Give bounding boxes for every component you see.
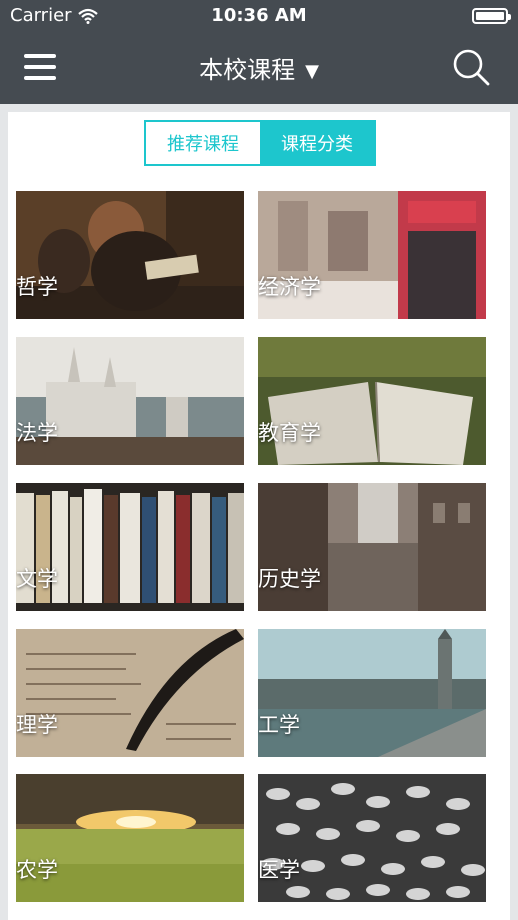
status-time: 10:36 AM: [211, 5, 307, 26]
course-category-panel: 推荐课程 课程分类 哲学 经济学 法学 教育学 文学 历史学 理学 工学 农学 …: [8, 112, 510, 920]
category-label: 经济学: [258, 275, 321, 299]
category-tile-engineering[interactable]: 工学: [258, 629, 486, 757]
category-tile-medicine[interactable]: 医学: [258, 774, 486, 902]
category-label: 历史学: [258, 567, 321, 591]
tab-categories[interactable]: 课程分类: [260, 122, 374, 164]
category-label: 法学: [16, 421, 58, 445]
category-tile-agriculture[interactable]: 农学: [16, 774, 244, 902]
category-tile-science[interactable]: 理学: [16, 629, 244, 757]
app-header: Carrier 10:36 AM 本校课程 ▼: [0, 0, 518, 104]
category-tile-education[interactable]: 教育学: [258, 337, 486, 465]
category-tile-philosophy[interactable]: 哲学: [16, 191, 244, 319]
search-icon: [453, 49, 490, 86]
category-tile-history[interactable]: 历史学: [258, 483, 486, 611]
category-label: 文学: [16, 567, 58, 591]
dropdown-triangle-icon: ▼: [305, 60, 319, 82]
category-tile-economics[interactable]: 经济学: [258, 191, 486, 319]
category-label: 教育学: [258, 421, 321, 445]
search-button[interactable]: [452, 48, 492, 88]
tab-recommended[interactable]: 推荐课程: [146, 122, 260, 164]
category-tile-law[interactable]: 法学: [16, 337, 244, 465]
nav-bar: 本校课程 ▼: [0, 32, 518, 104]
status-bar: Carrier 10:36 AM: [0, 0, 518, 32]
category-label: 哲学: [16, 275, 58, 299]
category-label: 工学: [258, 713, 300, 737]
tab-switcher: 推荐课程 课程分类: [144, 120, 376, 166]
page-title: 本校课程: [199, 56, 296, 84]
battery-icon: [472, 8, 511, 24]
category-label: 理学: [16, 713, 58, 737]
school-course-dropdown[interactable]: 本校课程 ▼: [0, 50, 518, 85]
category-tile-literature[interactable]: 文学: [16, 483, 244, 611]
category-label: 农学: [16, 858, 58, 882]
category-label: 医学: [258, 858, 300, 882]
